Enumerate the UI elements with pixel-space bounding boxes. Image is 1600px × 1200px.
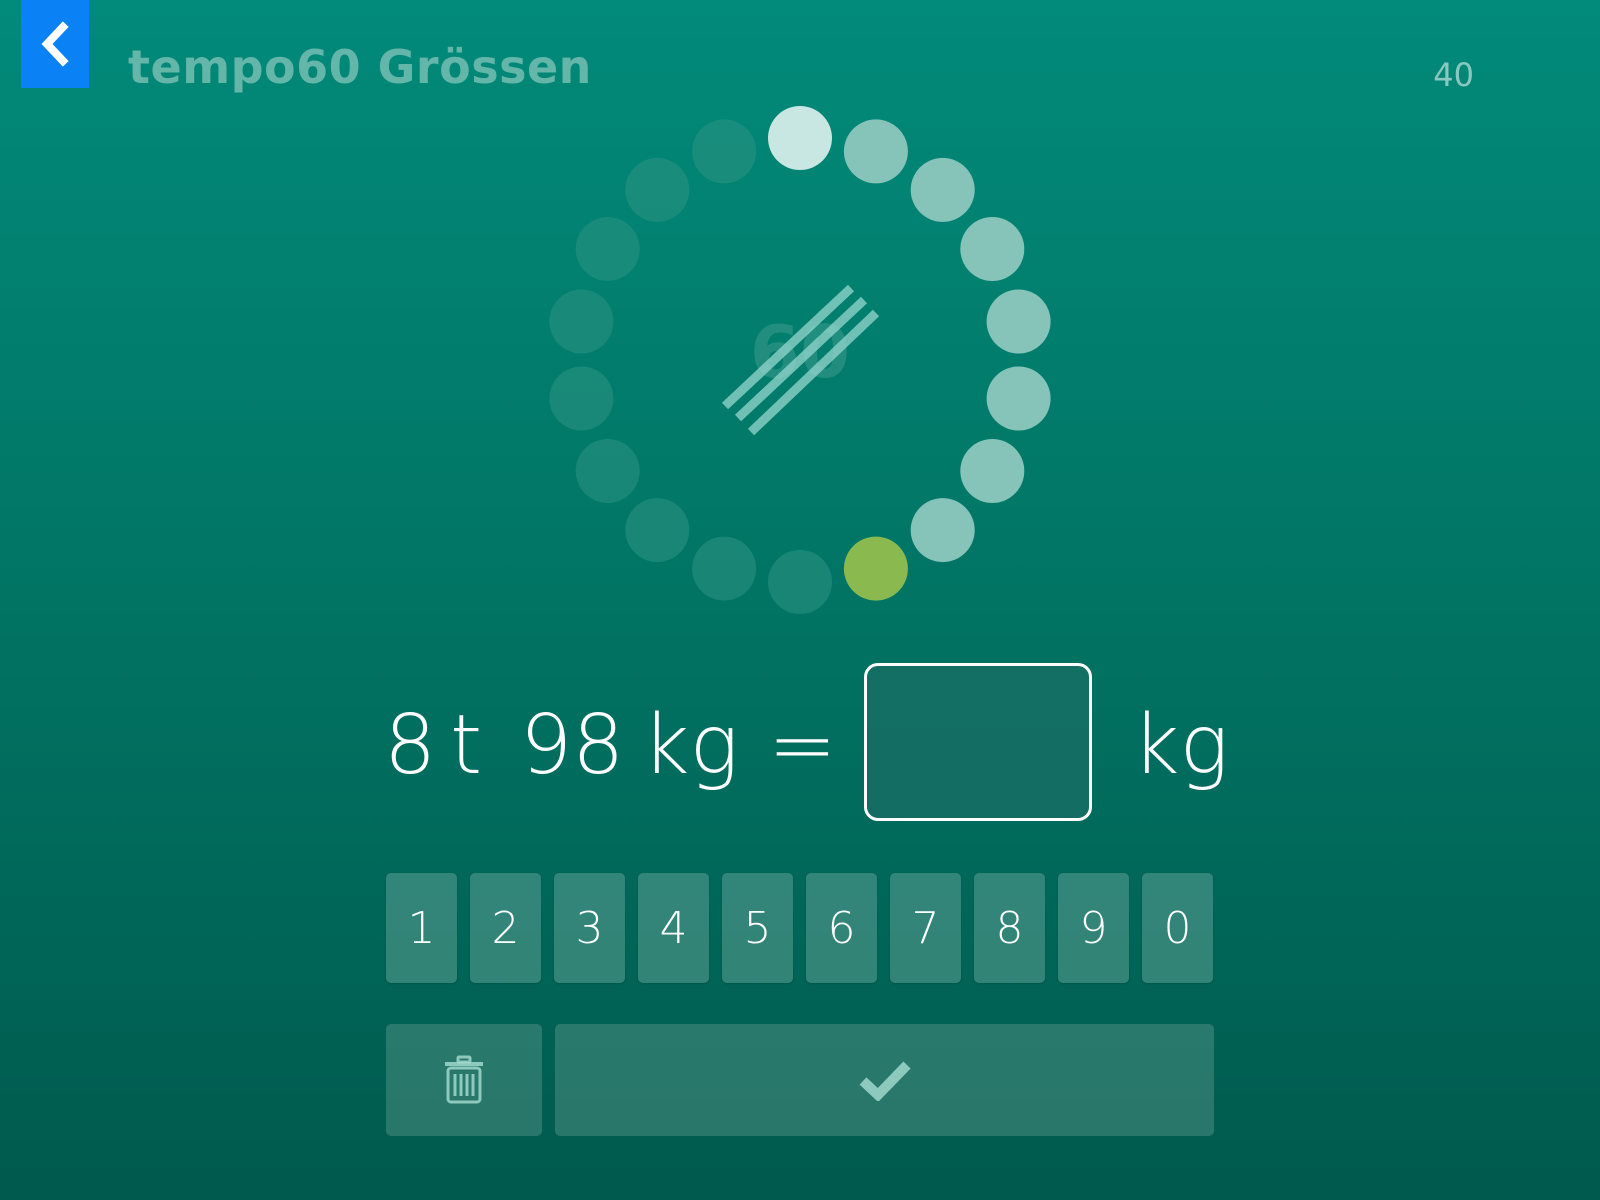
app-title: tempo60 Grössen [128,40,592,94]
back-button[interactable] [21,0,89,88]
key-3[interactable]: 3 [554,873,625,983]
timer-dot [960,439,1025,503]
timer-dot [843,119,908,184]
score-counter: 40 [1433,56,1474,94]
chevron-left-icon [41,21,69,67]
timer-dot [692,119,757,184]
timer-dot [768,106,832,170]
timer-strike-icon [721,284,880,436]
equals-sign: = [768,698,837,793]
unit1: t [450,698,483,793]
timer-label: 60 [749,310,851,394]
value2: 98 [520,698,625,793]
timer-dot [575,217,640,281]
answer-unit: kg [1132,698,1229,793]
key-7[interactable]: 7 [890,873,961,983]
timer-dot [549,366,614,431]
timer-dot [768,550,832,614]
timer-dot [910,498,975,563]
key-0[interactable]: 0 [1142,873,1213,983]
timer-dot [575,439,640,503]
unit2: kg [642,698,739,793]
timer-dot [986,289,1051,354]
key-1[interactable]: 1 [386,873,457,983]
key-4[interactable]: 4 [638,873,709,983]
answer-input[interactable] [864,663,1092,821]
key-9[interactable]: 9 [1058,873,1129,983]
key-5[interactable]: 5 [722,873,793,983]
checkmark-icon [859,1061,911,1101]
trash-icon [445,1055,483,1104]
timer-ring [549,106,1051,614]
submit-button[interactable] [555,1024,1214,1136]
timer-dot [843,536,908,601]
timer-dot [960,217,1025,281]
timer-dot [986,366,1051,431]
timer-dot [692,536,757,601]
key-8[interactable]: 8 [974,873,1045,983]
timer-dot [549,289,614,354]
timer-dot [625,157,690,222]
number-keypad: 1 2 3 4 5 6 7 8 9 0 [386,873,1213,983]
value1: 8 [384,698,437,793]
key-2[interactable]: 2 [470,873,541,983]
key-6[interactable]: 6 [806,873,877,983]
timer-dot [910,157,975,222]
timer-dot [625,498,690,563]
delete-button[interactable] [386,1024,542,1136]
